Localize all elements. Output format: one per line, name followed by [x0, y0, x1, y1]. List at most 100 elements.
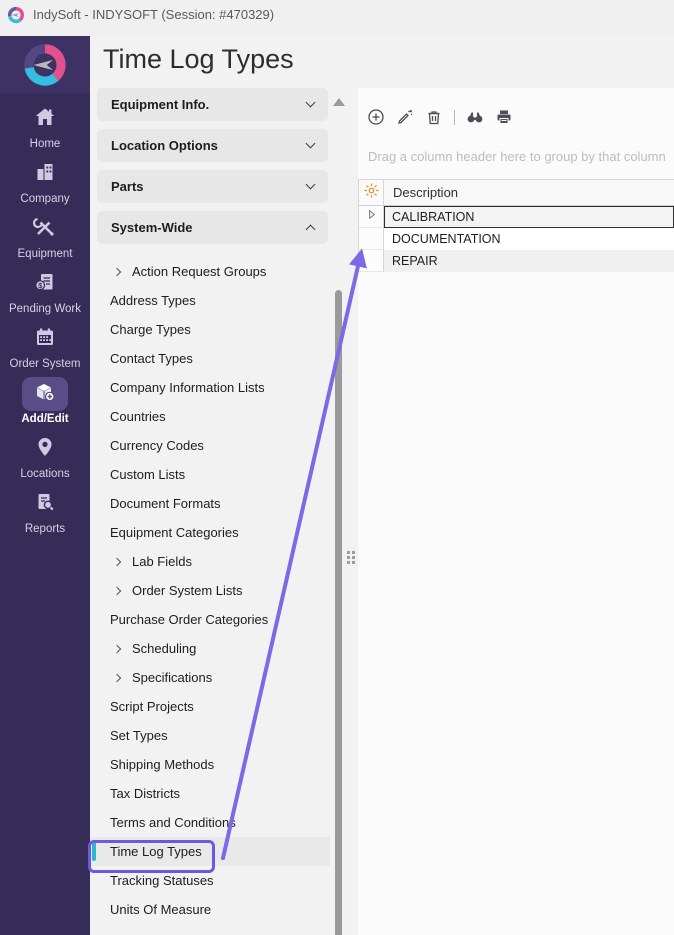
accordion-section-label: System-Wide [111, 220, 307, 235]
nav-item-scheduling[interactable]: Scheduling [90, 634, 330, 663]
nav-item-script-projects[interactable]: Script Projects [90, 692, 330, 721]
accordion-section-location-options[interactable]: Location Options [97, 129, 328, 162]
grid-corner-cell [359, 180, 384, 205]
nav-item-label: Custom Lists [110, 467, 185, 482]
nav-item-label: Countries [110, 409, 166, 424]
table-row-documentation[interactable]: DOCUMENTATION [359, 228, 674, 250]
grid-toolbar [358, 88, 674, 126]
nav-item-address-types[interactable]: Address Types [90, 286, 330, 315]
grid-header-row: Description [359, 179, 674, 206]
nav-item-custom-lists[interactable]: Custom Lists [90, 460, 330, 489]
toolbar-modify-button[interactable] [396, 108, 414, 126]
brand-logo-icon [0, 36, 90, 94]
row-indicator-cell[interactable] [359, 206, 384, 228]
nav-item-purchase-order-categories[interactable]: Purchase Order Categories [90, 605, 330, 634]
nav-item-charge-types[interactable]: Charge Types [90, 315, 330, 344]
sidebar-item-add-edit[interactable]: Add/Edit [0, 377, 90, 432]
nav-item-label: Purchase Order Categories [110, 612, 268, 627]
delete-trash-icon [425, 108, 443, 126]
chevron-down-icon [306, 139, 316, 149]
toolbar-add-button[interactable] [367, 108, 385, 126]
chevron-right-icon [113, 586, 121, 594]
nav-item-company-information-lists[interactable]: Company Information Lists [90, 373, 330, 402]
chevron-right-icon [113, 267, 121, 275]
description-cell[interactable]: DOCUMENTATION [384, 228, 674, 250]
main-content: Time Log Types Equipment Info. Location O… [90, 36, 674, 935]
nav-item-label: Terms and Conditions [110, 815, 236, 830]
reports-icon [33, 490, 57, 519]
accordion-section-equipment-info[interactable]: Equipment Info. [97, 88, 328, 121]
sidebar-item-reports[interactable]: Reports [0, 487, 90, 542]
nav-item-label: Shipping Methods [110, 757, 214, 772]
nav-item-set-types[interactable]: Set Types [90, 721, 330, 750]
table-row-repair[interactable]: REPAIR [359, 250, 674, 272]
sidebar-item-label: Equipment [18, 248, 73, 260]
nav-item-order-system-lists[interactable]: Order System Lists [90, 576, 330, 605]
sidebar-item-label: Company [20, 193, 69, 205]
sidebar-item-pending-work[interactable]: $ Pending Work [0, 267, 90, 322]
grid-body: CALIBRATIONDOCUMENTATIONREPAIR [359, 206, 674, 272]
nav-item-label: Currency Codes [110, 438, 204, 453]
row-expander-icon[interactable] [365, 208, 378, 226]
grid-panel: Drag a column header here to group by th… [358, 88, 674, 935]
nav-item-shipping-methods[interactable]: Shipping Methods [90, 750, 330, 779]
sidebar-item-company[interactable]: Company [0, 157, 90, 212]
nav-item-units-of-measure[interactable]: Units Of Measure [90, 895, 330, 924]
nav-item-label: Tracking Statuses [110, 873, 214, 888]
nav-scrollbar-thumb[interactable] [335, 290, 342, 935]
pending-work-icon: $ [33, 270, 57, 299]
chevron-right-icon [113, 644, 121, 652]
nav-item-label: Company Information Lists [110, 380, 265, 395]
sidebar-item-label: Home [30, 138, 61, 150]
sidebar-item-label: Locations [20, 468, 69, 480]
row-indicator-cell[interactable] [359, 228, 384, 250]
app-logo-icon [7, 6, 25, 24]
toolbar-print-button[interactable] [495, 108, 513, 126]
panel-splitter[interactable] [344, 88, 358, 935]
chevron-right-icon [113, 557, 121, 565]
nav-item-countries[interactable]: Countries [90, 402, 330, 431]
nav-item-document-formats[interactable]: Document Formats [90, 489, 330, 518]
sidebar-item-equipment[interactable]: Equipment [0, 212, 90, 267]
locations-icon [33, 435, 57, 464]
toolbar-find-button[interactable] [466, 108, 484, 126]
accordion-section-parts[interactable]: Parts [97, 170, 328, 203]
nav-item-equipment-categories[interactable]: Equipment Categories [90, 518, 330, 547]
nav-item-time-log-types[interactable]: Time Log Types [90, 837, 330, 866]
nav-item-label: Specifications [132, 670, 212, 685]
accordion-section-system-wide[interactable]: System-Wide [97, 211, 328, 244]
nav-item-contact-types[interactable]: Contact Types [90, 344, 330, 373]
nav-item-label: Address Types [110, 293, 196, 308]
nav-item-action-request-groups[interactable]: Action Request Groups [90, 257, 330, 286]
sidebar-item-order-system[interactable]: Order System [0, 322, 90, 377]
description-cell[interactable]: REPAIR [384, 250, 674, 272]
titlebar: IndySoft - INDYSOFT (Session: #470329) [0, 0, 674, 36]
nav-item-label: Set Types [110, 728, 168, 743]
accordion-section-label: Equipment Info. [111, 97, 307, 112]
sun-icon [364, 183, 379, 203]
nav-item-lab-fields[interactable]: Lab Fields [90, 547, 330, 576]
nav-item-tracking-statuses[interactable]: Tracking Statuses [90, 866, 330, 895]
toolbar-delete-button[interactable] [425, 108, 443, 126]
group-by-hint: Drag a column header here to group by th… [368, 149, 674, 164]
table-row-calibration[interactable]: CALIBRATION [359, 206, 674, 228]
column-header-description[interactable]: Description [384, 180, 674, 205]
sidebar-item-home[interactable]: Home [0, 102, 90, 157]
nav-item-label: Action Request Groups [132, 264, 266, 279]
home-icon [33, 105, 57, 134]
description-cell[interactable]: CALIBRATION [384, 206, 674, 228]
accordion-section-label: Parts [111, 179, 307, 194]
nav-item-specifications[interactable]: Specifications [90, 663, 330, 692]
sidebar-item-label: Pending Work [9, 303, 81, 315]
nav-item-label: Units Of Measure [110, 902, 211, 917]
data-grid: Description CALIBRATIONDOCUMENTATIONREPA… [358, 179, 674, 272]
nav-item-terms-and-conditions[interactable]: Terms and Conditions [90, 808, 330, 837]
nav-item-tax-districts[interactable]: Tax Districts [90, 779, 330, 808]
nav-item-label: Contact Types [110, 351, 193, 366]
nav-item-currency-codes[interactable]: Currency Codes [90, 431, 330, 460]
row-indicator-cell[interactable] [359, 250, 384, 272]
nav-item-label: Time Log Types [110, 844, 202, 859]
sidebar-item-locations[interactable]: Locations [0, 432, 90, 487]
sidebar-nav: Home Company Equipment $ Pending Work Order S… [0, 94, 90, 542]
nav-item-label: Equipment Categories [110, 525, 239, 540]
